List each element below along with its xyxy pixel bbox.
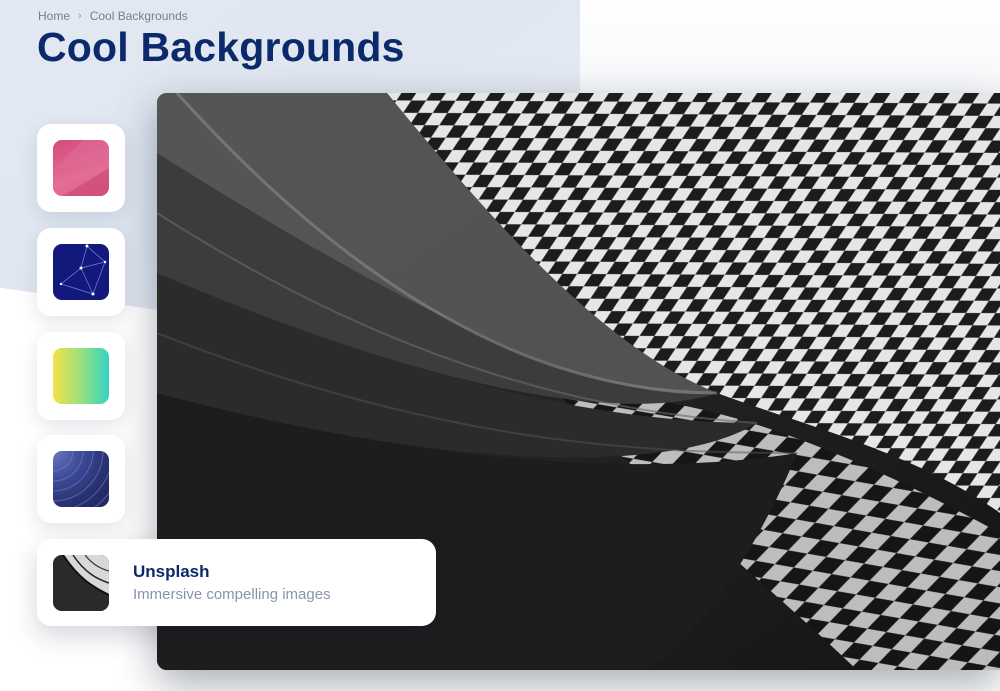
background-option-pink[interactable]	[37, 124, 125, 212]
background-option-unsplash[interactable]: Unsplash Immersive compelling images	[37, 539, 436, 626]
yellow-teal-gradient-thumbnail	[53, 348, 109, 404]
constellation-network-thumbnail	[53, 244, 109, 300]
background-option-network[interactable]	[37, 228, 125, 316]
breadcrumb-home-link[interactable]: Home	[38, 9, 70, 23]
breadcrumb-separator: ›	[78, 10, 82, 22]
breadcrumb-current: Cool Backgrounds	[89, 9, 188, 23]
background-option-waves[interactable]	[37, 435, 125, 523]
breadcrumb: Home › Cool Backgrounds	[38, 9, 188, 23]
unsplash-subtitle: Immersive compelling images	[133, 586, 331, 603]
background-option-gradient[interactable]	[37, 332, 125, 420]
unsplash-thumbnail	[53, 554, 109, 611]
unsplash-text: Unsplash Immersive compelling images	[133, 562, 331, 603]
pink-low-poly-thumbnail	[53, 140, 109, 196]
layered-waves-thumbnail	[53, 451, 109, 507]
unsplash-title: Unsplash	[133, 562, 210, 581]
page-title: Cool Backgrounds	[37, 24, 405, 70]
